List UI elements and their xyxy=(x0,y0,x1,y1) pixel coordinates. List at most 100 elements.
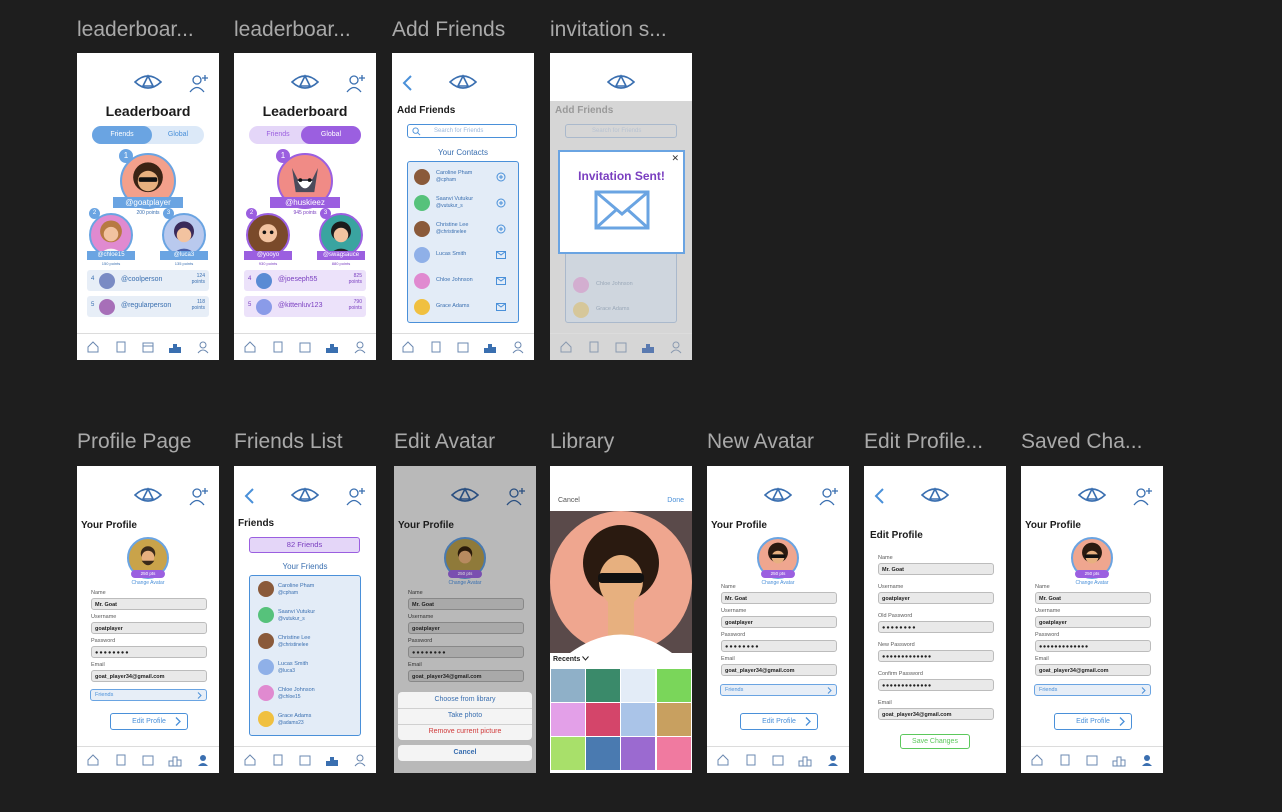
add-circle-icon[interactable] xyxy=(496,172,506,182)
old-password-input[interactable]: ●●●●●●●● xyxy=(878,621,994,633)
leaderboard-row[interactable]: 5 @regularperson 118 points xyxy=(87,296,209,317)
tab-global[interactable]: Global xyxy=(301,126,361,144)
username-field[interactable]: goatplayer xyxy=(1035,616,1151,628)
profile-icon[interactable] xyxy=(1140,753,1154,767)
contact-item[interactable]: Chloe Johnson xyxy=(412,272,514,292)
photo-thumbnail[interactable] xyxy=(621,737,655,770)
friends-button[interactable]: Friends xyxy=(720,684,837,696)
username-field[interactable]: goatplayer xyxy=(91,622,207,634)
choose-from-library-option[interactable]: Choose from library xyxy=(398,696,532,703)
photo-thumbnail[interactable] xyxy=(551,703,585,736)
profile-icon[interactable] xyxy=(353,753,367,767)
mail-icon[interactable] xyxy=(496,303,506,311)
profile-icon[interactable] xyxy=(196,340,210,354)
home-icon[interactable] xyxy=(86,753,100,767)
second-username[interactable]: @chloe15 xyxy=(87,251,135,260)
frame-title-leaderboard-1[interactable]: leaderboar... xyxy=(77,18,194,42)
close-icon[interactable]: ✕ xyxy=(671,153,679,164)
third-username[interactable]: @swagsauce xyxy=(317,251,365,260)
back-chevron-icon[interactable] xyxy=(873,488,885,504)
friends-button[interactable]: Friends xyxy=(1034,684,1151,696)
contact-item[interactable]: Saanvi Vutukur @vutukur_s xyxy=(412,194,514,214)
calendar-icon[interactable] xyxy=(456,340,470,354)
photo-thumbnail[interactable] xyxy=(586,703,620,736)
search-input[interactable]: Search for Friends xyxy=(407,124,517,138)
home-icon[interactable] xyxy=(716,753,730,767)
tab-global[interactable]: Global xyxy=(152,126,204,144)
frame-title-edit-avatar[interactable]: Edit Avatar xyxy=(394,430,495,454)
book-icon[interactable] xyxy=(744,753,758,767)
edit-profile-button[interactable]: Edit Profile xyxy=(740,713,818,730)
save-changes-button[interactable]: Save Changes xyxy=(900,734,970,749)
library-cancel-button[interactable]: Cancel xyxy=(558,497,580,504)
photo-thumbnail[interactable] xyxy=(621,669,655,702)
book-icon[interactable] xyxy=(271,340,285,354)
calendar-icon[interactable] xyxy=(298,340,312,354)
profile-icon[interactable] xyxy=(826,753,840,767)
password-field[interactable]: ●●●●●●●●●●●●● xyxy=(1035,640,1151,652)
leaderboard-row[interactable]: 4 @joeseph55 825 points xyxy=(244,270,366,291)
photo-thumbnail[interactable] xyxy=(551,669,585,702)
add-circle-icon[interactable] xyxy=(496,224,506,234)
book-icon[interactable] xyxy=(114,340,128,354)
frame-title-leaderboard-2[interactable]: leaderboar... xyxy=(234,18,351,42)
photo-thumbnail[interactable] xyxy=(621,703,655,736)
remove-picture-option[interactable]: Remove current picture xyxy=(398,728,532,735)
leaderboard-row[interactable]: 5 @kittenluv123 790 points xyxy=(244,296,366,317)
leaderboard-row[interactable]: 4 @coolperson 124 points xyxy=(87,270,209,291)
name-input[interactable]: Mr. Goat xyxy=(878,563,994,575)
name-field[interactable]: Mr. Goat xyxy=(1035,592,1151,604)
cancel-button[interactable]: Cancel xyxy=(398,745,532,761)
book-icon[interactable] xyxy=(271,753,285,767)
add-user-icon[interactable] xyxy=(1133,486,1153,506)
frame-title-new-avatar[interactable]: New Avatar xyxy=(707,430,814,454)
friend-item[interactable]: Caroline Pham @cpham xyxy=(256,580,358,600)
tab-friends[interactable]: Friends xyxy=(92,126,152,144)
calendar-icon[interactable] xyxy=(1085,753,1099,767)
home-icon[interactable] xyxy=(243,340,257,354)
name-field[interactable]: Mr. Goat xyxy=(91,598,207,610)
friend-item[interactable]: Christine Lee @christinelee xyxy=(256,632,358,652)
library-done-button[interactable]: Done xyxy=(667,497,684,504)
frame-title-invitation[interactable]: invitation s... xyxy=(550,18,667,42)
add-user-icon[interactable] xyxy=(189,73,209,93)
home-icon[interactable] xyxy=(86,340,100,354)
email-field[interactable]: goat_player34@gmail.com xyxy=(91,670,207,682)
leaderboard-icon[interactable] xyxy=(168,753,182,767)
frame-title-profile[interactable]: Profile Page xyxy=(77,430,191,454)
leaderboard-icon[interactable] xyxy=(325,753,339,767)
frame-title-saved-changes[interactable]: Saved Cha... xyxy=(1021,430,1142,454)
edit-profile-button[interactable]: Edit Profile xyxy=(1054,713,1132,730)
photo-thumbnail[interactable] xyxy=(657,737,691,770)
email-input[interactable]: goat_player34@gmail.com xyxy=(878,708,994,720)
password-field[interactable]: ●●●●●●●● xyxy=(721,640,837,652)
book-icon[interactable] xyxy=(1058,753,1072,767)
mail-icon[interactable] xyxy=(496,277,506,285)
username-field[interactable]: goatplayer xyxy=(721,616,837,628)
edit-profile-button[interactable]: Edit Profile xyxy=(110,713,188,730)
home-icon[interactable] xyxy=(1030,753,1044,767)
photo-thumbnail[interactable] xyxy=(657,703,691,736)
contact-item[interactable]: Christine Lee @christinelee xyxy=(412,220,514,240)
friends-button[interactable]: Friends xyxy=(90,689,207,701)
add-user-icon[interactable] xyxy=(819,486,839,506)
photo-thumbnail[interactable] xyxy=(586,669,620,702)
first-username[interactable]: @goatplayer xyxy=(113,197,183,208)
home-icon[interactable] xyxy=(243,753,257,767)
leaderboard-icon[interactable] xyxy=(325,340,339,354)
back-chevron-icon[interactable] xyxy=(243,488,255,504)
friend-item[interactable]: Grace Adams @adams23 xyxy=(256,710,358,730)
add-user-icon[interactable] xyxy=(346,486,366,506)
leaderboard-icon[interactable] xyxy=(798,753,812,767)
friend-item[interactable]: Lucas Smith @luca3 xyxy=(256,658,358,678)
add-user-icon[interactable] xyxy=(189,486,209,506)
add-circle-icon[interactable] xyxy=(496,198,506,208)
photo-thumbnail[interactable] xyxy=(586,737,620,770)
frame-title-friends-list[interactable]: Friends List xyxy=(234,430,343,454)
name-field[interactable]: Mr. Goat xyxy=(721,592,837,604)
first-username[interactable]: @huskieez xyxy=(270,197,340,208)
tab-friends[interactable]: Friends xyxy=(249,126,307,144)
email-field[interactable]: goat_player34@gmail.com xyxy=(721,664,837,676)
mail-icon[interactable] xyxy=(496,251,506,259)
photo-thumbnail[interactable] xyxy=(551,737,585,770)
